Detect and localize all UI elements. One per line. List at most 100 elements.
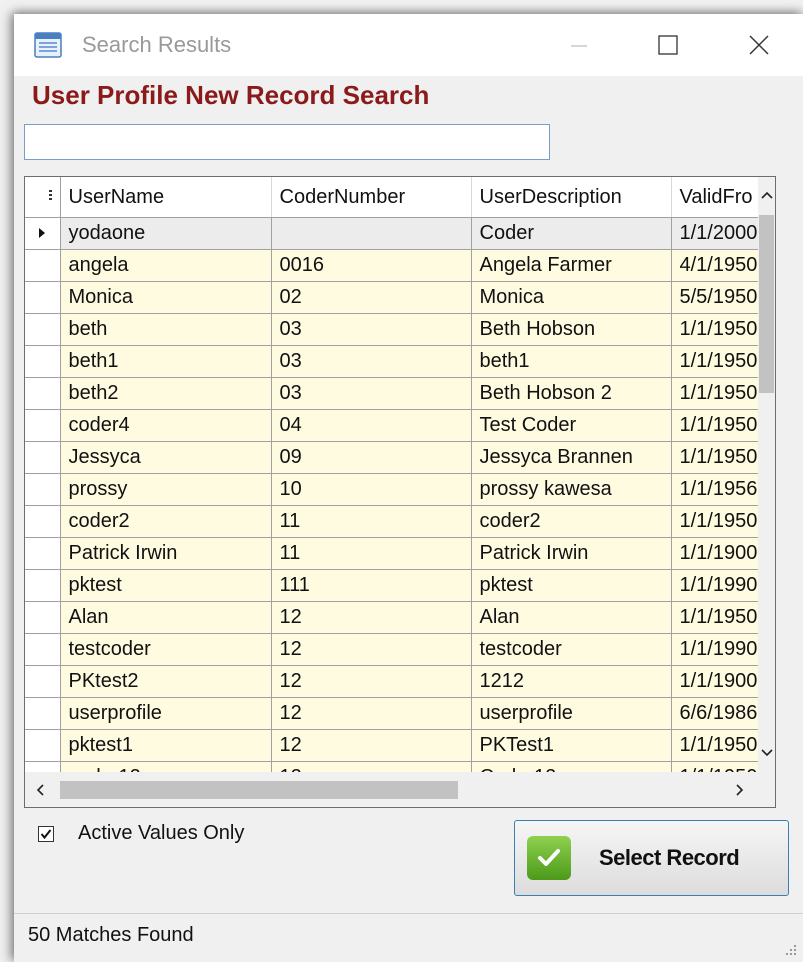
- cell-validfrom[interactable]: 1/1/1990: [671, 633, 758, 666]
- table-row[interactable]: coder1212Coder121/1/1950: [25, 761, 758, 772]
- table-row[interactable]: Patrick Irwin 11 Patrick Irwin 1/1/1900: [25, 537, 758, 570]
- table-row[interactable]: userprofile 12 userprofile 6/6/1986: [25, 697, 758, 730]
- select-record-button[interactable]: Select Record: [514, 820, 789, 896]
- row-header[interactable]: [25, 281, 61, 314]
- results-grid[interactable]: UserName CoderNumber UserDescription Val…: [24, 176, 776, 808]
- cell-codernumber[interactable]: 04: [271, 409, 472, 442]
- cell-userdescription[interactable]: 1212: [471, 665, 672, 698]
- cell-codernumber[interactable]: 11: [271, 505, 472, 538]
- cell-userdescription[interactable]: Beth Hobson 2: [471, 377, 672, 410]
- cell-username[interactable]: Jessyca: [60, 441, 272, 474]
- cell-username[interactable]: prossy: [60, 473, 272, 506]
- row-header[interactable]: [25, 505, 61, 538]
- active-values-only-checkbox[interactable]: Active Values Only: [38, 822, 244, 845]
- table-row[interactable]: beth1 03 beth1 1/1/1950: [25, 345, 758, 378]
- table-row[interactable]: Jessyca 09 Jessyca Brannen 1/1/1950: [25, 441, 758, 474]
- table-row[interactable]: beth 03 Beth Hobson 1/1/1950: [25, 313, 758, 346]
- row-header[interactable]: [25, 249, 61, 282]
- cell-codernumber[interactable]: 03: [271, 313, 472, 346]
- cell-codernumber[interactable]: 12: [271, 601, 472, 634]
- horizontal-scrollbar[interactable]: [25, 772, 758, 807]
- cell-userdescription[interactable]: Angela Farmer: [471, 249, 672, 282]
- cell-validfrom[interactable]: 1/1/2000: [671, 217, 758, 250]
- cell-codernumber[interactable]: 11: [271, 537, 472, 570]
- cell-username[interactable]: Monica: [60, 281, 272, 314]
- cell-username[interactable]: PKtest2: [60, 665, 272, 698]
- cell-validfrom[interactable]: 1/1/1950: [671, 377, 758, 410]
- table-row[interactable]: testcoder 12 testcoder 1/1/1990: [25, 633, 758, 666]
- cell-codernumber[interactable]: 03: [271, 345, 472, 378]
- cell-userdescription[interactable]: Coder12: [471, 761, 672, 772]
- column-header-username[interactable]: UserName: [60, 177, 272, 218]
- cell-userdescription[interactable]: Coder: [471, 217, 672, 250]
- cell-username[interactable]: userprofile: [60, 697, 272, 730]
- row-header[interactable]: [25, 441, 61, 474]
- cell-userdescription[interactable]: Test Coder: [471, 409, 672, 442]
- table-row[interactable]: pktest 111 pktest 1/1/1990: [25, 569, 758, 602]
- cell-codernumber[interactable]: 0016: [271, 249, 472, 282]
- table-row[interactable]: coder2 11 coder2 1/1/1950: [25, 505, 758, 538]
- row-header[interactable]: [25, 473, 61, 506]
- cell-userdescription[interactable]: prossy kawesa: [471, 473, 672, 506]
- row-header[interactable]: [25, 665, 61, 698]
- vertical-scrollbar[interactable]: [758, 177, 775, 772]
- cell-validfrom[interactable]: 1/1/1950: [671, 409, 758, 442]
- row-header[interactable]: [25, 313, 61, 346]
- table-row[interactable]: beth2 03 Beth Hobson 2 1/1/1950: [25, 377, 758, 410]
- cell-codernumber[interactable]: 10: [271, 473, 472, 506]
- cell-userdescription[interactable]: Monica: [471, 281, 672, 314]
- checkbox-box[interactable]: [38, 825, 54, 842]
- cell-validfrom[interactable]: 1/1/1950: [671, 345, 758, 378]
- column-header-codernumber[interactable]: CoderNumber: [271, 177, 472, 218]
- cell-username[interactable]: pktest1: [60, 729, 272, 762]
- cell-username[interactable]: coder12: [60, 761, 272, 772]
- row-header[interactable]: [25, 217, 61, 250]
- cell-validfrom[interactable]: 1/1/1950: [671, 601, 758, 634]
- cell-validfrom[interactable]: 1/1/1950: [671, 729, 758, 762]
- cell-validfrom[interactable]: 6/6/1986: [671, 697, 758, 730]
- cell-username[interactable]: coder4: [60, 409, 272, 442]
- cell-username[interactable]: coder2: [60, 505, 272, 538]
- cell-username[interactable]: beth1: [60, 345, 272, 378]
- cell-userdescription[interactable]: beth1: [471, 345, 672, 378]
- cell-validfrom[interactable]: 1/1/1956: [671, 473, 758, 506]
- cell-validfrom[interactable]: 1/1/1900: [671, 665, 758, 698]
- row-header[interactable]: [25, 409, 61, 442]
- cell-userdescription[interactable]: Beth Hobson: [471, 313, 672, 346]
- row-header[interactable]: [25, 601, 61, 634]
- cell-validfrom[interactable]: 5/5/1950: [671, 281, 758, 314]
- cell-validfrom[interactable]: 1/1/1950: [671, 441, 758, 474]
- cell-username[interactable]: testcoder: [60, 633, 272, 666]
- cell-codernumber[interactable]: 12: [271, 729, 472, 762]
- cell-username[interactable]: yodaone: [60, 217, 272, 250]
- cell-codernumber[interactable]: [271, 217, 472, 250]
- cell-validfrom[interactable]: 1/1/1950: [671, 505, 758, 538]
- table-row[interactable]: PKtest2 12 1212 1/1/1900: [25, 665, 758, 698]
- scroll-right-arrow[interactable]: [725, 772, 755, 807]
- table-row[interactable]: Alan 12 Alan 1/1/1950: [25, 601, 758, 634]
- cell-validfrom[interactable]: 1/1/1950: [671, 761, 758, 772]
- row-header[interactable]: [25, 761, 61, 772]
- table-row[interactable]: coder4 04 Test Coder 1/1/1950: [25, 409, 758, 442]
- cell-validfrom[interactable]: 1/1/1900: [671, 537, 758, 570]
- row-header[interactable]: [25, 569, 61, 602]
- resize-grip-icon[interactable]: [783, 942, 797, 956]
- cell-codernumber[interactable]: 12: [271, 633, 472, 666]
- cell-userdescription[interactable]: pktest: [471, 569, 672, 602]
- table-row[interactable]: prossy 10 prossy kawesa 1/1/1956: [25, 473, 758, 506]
- table-row[interactable]: angela 0016 Angela Farmer 4/1/1950: [25, 249, 758, 282]
- column-header-userdescription[interactable]: UserDescription: [471, 177, 672, 218]
- cell-userdescription[interactable]: PKTest1: [471, 729, 672, 762]
- cell-userdescription[interactable]: testcoder: [471, 633, 672, 666]
- row-header[interactable]: [25, 633, 61, 666]
- maximize-button[interactable]: [645, 26, 691, 64]
- cell-userdescription[interactable]: coder2: [471, 505, 672, 538]
- cell-codernumber[interactable]: 111: [271, 569, 472, 602]
- cell-codernumber[interactable]: 12: [271, 761, 472, 772]
- minimize-button[interactable]: [556, 26, 602, 64]
- cell-userdescription[interactable]: userprofile: [471, 697, 672, 730]
- table-row[interactable]: yodaone Coder 1/1/2000: [25, 217, 758, 250]
- scroll-down-arrow[interactable]: [758, 743, 775, 763]
- row-header[interactable]: [25, 377, 61, 410]
- cell-validfrom[interactable]: 1/1/1950: [671, 313, 758, 346]
